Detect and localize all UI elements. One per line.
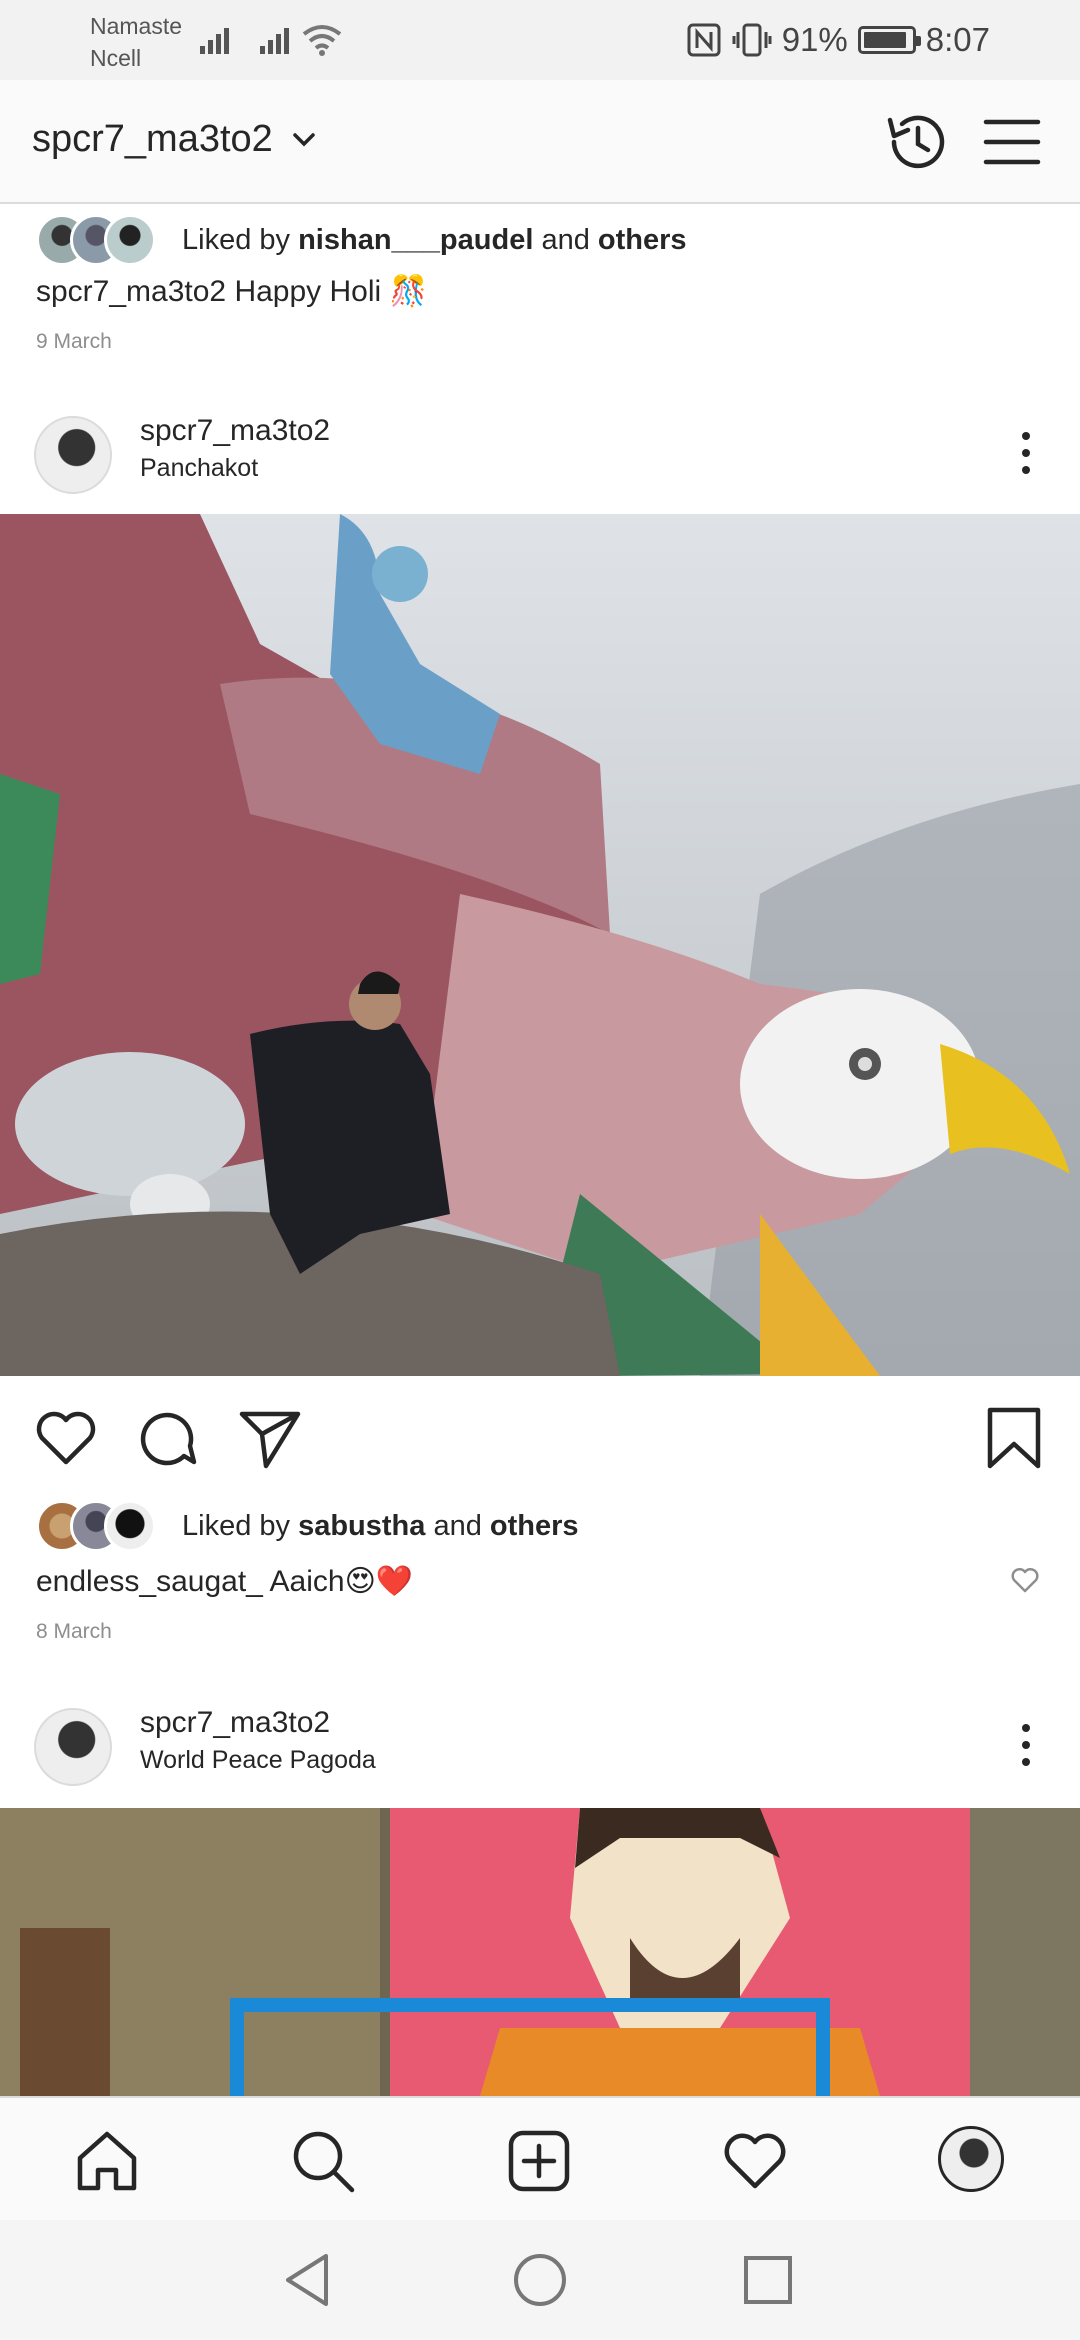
profile-avatar[interactable] [938, 2126, 1004, 2192]
comment-username[interactable]: endless_saugat_ [36, 1565, 263, 1598]
post-username[interactable]: spcr7_ma3to2 [140, 1706, 330, 1740]
post-photo[interactable] [0, 1808, 1080, 2096]
profile-header: spcr7_ma3to2 [0, 80, 1080, 204]
clock: 8:07 [925, 21, 990, 58]
liker-username[interactable]: nishan___paudel [298, 224, 533, 256]
post-location[interactable]: Panchakot [140, 454, 258, 483]
account-switcher[interactable]: spcr7_ma3to2 [32, 118, 315, 161]
chevron-down-icon [293, 132, 315, 146]
post-header: spcr7_ma3to2 World Peace Pagoda [0, 1692, 1080, 1796]
likes-summary: Liked by nishan___paudel and others [182, 223, 687, 256]
avatar[interactable] [34, 1708, 112, 1786]
post-date: 9 March [36, 330, 112, 353]
post-photo[interactable] [0, 514, 1080, 1376]
comment-icon[interactable] [136, 1406, 200, 1470]
liker-username[interactable]: sabustha [298, 1510, 425, 1542]
signal-icon [260, 28, 289, 54]
history-icon[interactable] [880, 106, 952, 178]
likes-summary: Liked by sabustha and others [182, 1509, 579, 1542]
more-options-icon[interactable] [1020, 432, 1032, 476]
add-post-icon[interactable] [506, 2128, 572, 2194]
header-username: spcr7_ma3to2 [32, 118, 273, 160]
avatar [104, 1500, 156, 1552]
bottom-navigation [0, 2096, 1080, 2220]
post-comment: endless_saugat_ Aaich😍❤️ [36, 1565, 414, 1598]
post-image [0, 1808, 1080, 2096]
battery-level [863, 32, 906, 48]
comment-like-heart-icon[interactable] [1010, 1566, 1040, 1594]
system-navigation-bar [0, 2220, 1080, 2340]
post-username[interactable]: spcr7_ma3to2 [140, 414, 330, 448]
avatar[interactable] [34, 416, 112, 494]
heart-icon[interactable] [34, 1406, 98, 1470]
nfc-icon [687, 23, 721, 57]
caption-username[interactable]: spcr7_ma3to2 [36, 275, 226, 308]
wifi-icon [302, 25, 342, 56]
post-date: 8 March [36, 1620, 112, 1643]
bookmark-icon[interactable] [982, 1406, 1046, 1470]
more-options-icon[interactable] [1020, 1724, 1032, 1768]
post-actions [0, 1376, 1080, 1486]
battery-percent: 91% [781, 21, 848, 58]
home-icon[interactable] [74, 2128, 140, 2194]
vibrate-icon [732, 23, 772, 57]
post-caption: spcr7_ma3to2 Happy Holi 🎊 [36, 275, 427, 308]
post-location[interactable]: World Peace Pagoda [140, 1746, 376, 1775]
post-likes-row[interactable]: Liked by sabustha and others [36, 1498, 579, 1554]
battery-icon [857, 26, 921, 54]
recent-apps-icon[interactable] [738, 2250, 798, 2310]
status-bar: Namaste Ncell 91% 8:07 [0, 0, 1080, 80]
signal-icon [200, 28, 229, 54]
post-header: spcr7_ma3to2 Panchakot [0, 400, 1080, 504]
send-icon[interactable] [238, 1406, 302, 1470]
home-circle-icon[interactable] [510, 2250, 570, 2310]
carrier-name: Namaste Ncell [90, 13, 183, 71]
hamburger-menu-icon[interactable] [976, 106, 1048, 178]
heart-icon[interactable] [722, 2128, 788, 2194]
liker-avatars [36, 1500, 162, 1552]
prev-likes-row[interactable]: Liked by nishan___paudel and others [36, 212, 687, 268]
post-image [0, 514, 1080, 1376]
liker-avatars [36, 214, 162, 266]
avatar [104, 214, 156, 266]
back-icon[interactable] [278, 2250, 338, 2310]
search-icon[interactable] [290, 2128, 356, 2194]
